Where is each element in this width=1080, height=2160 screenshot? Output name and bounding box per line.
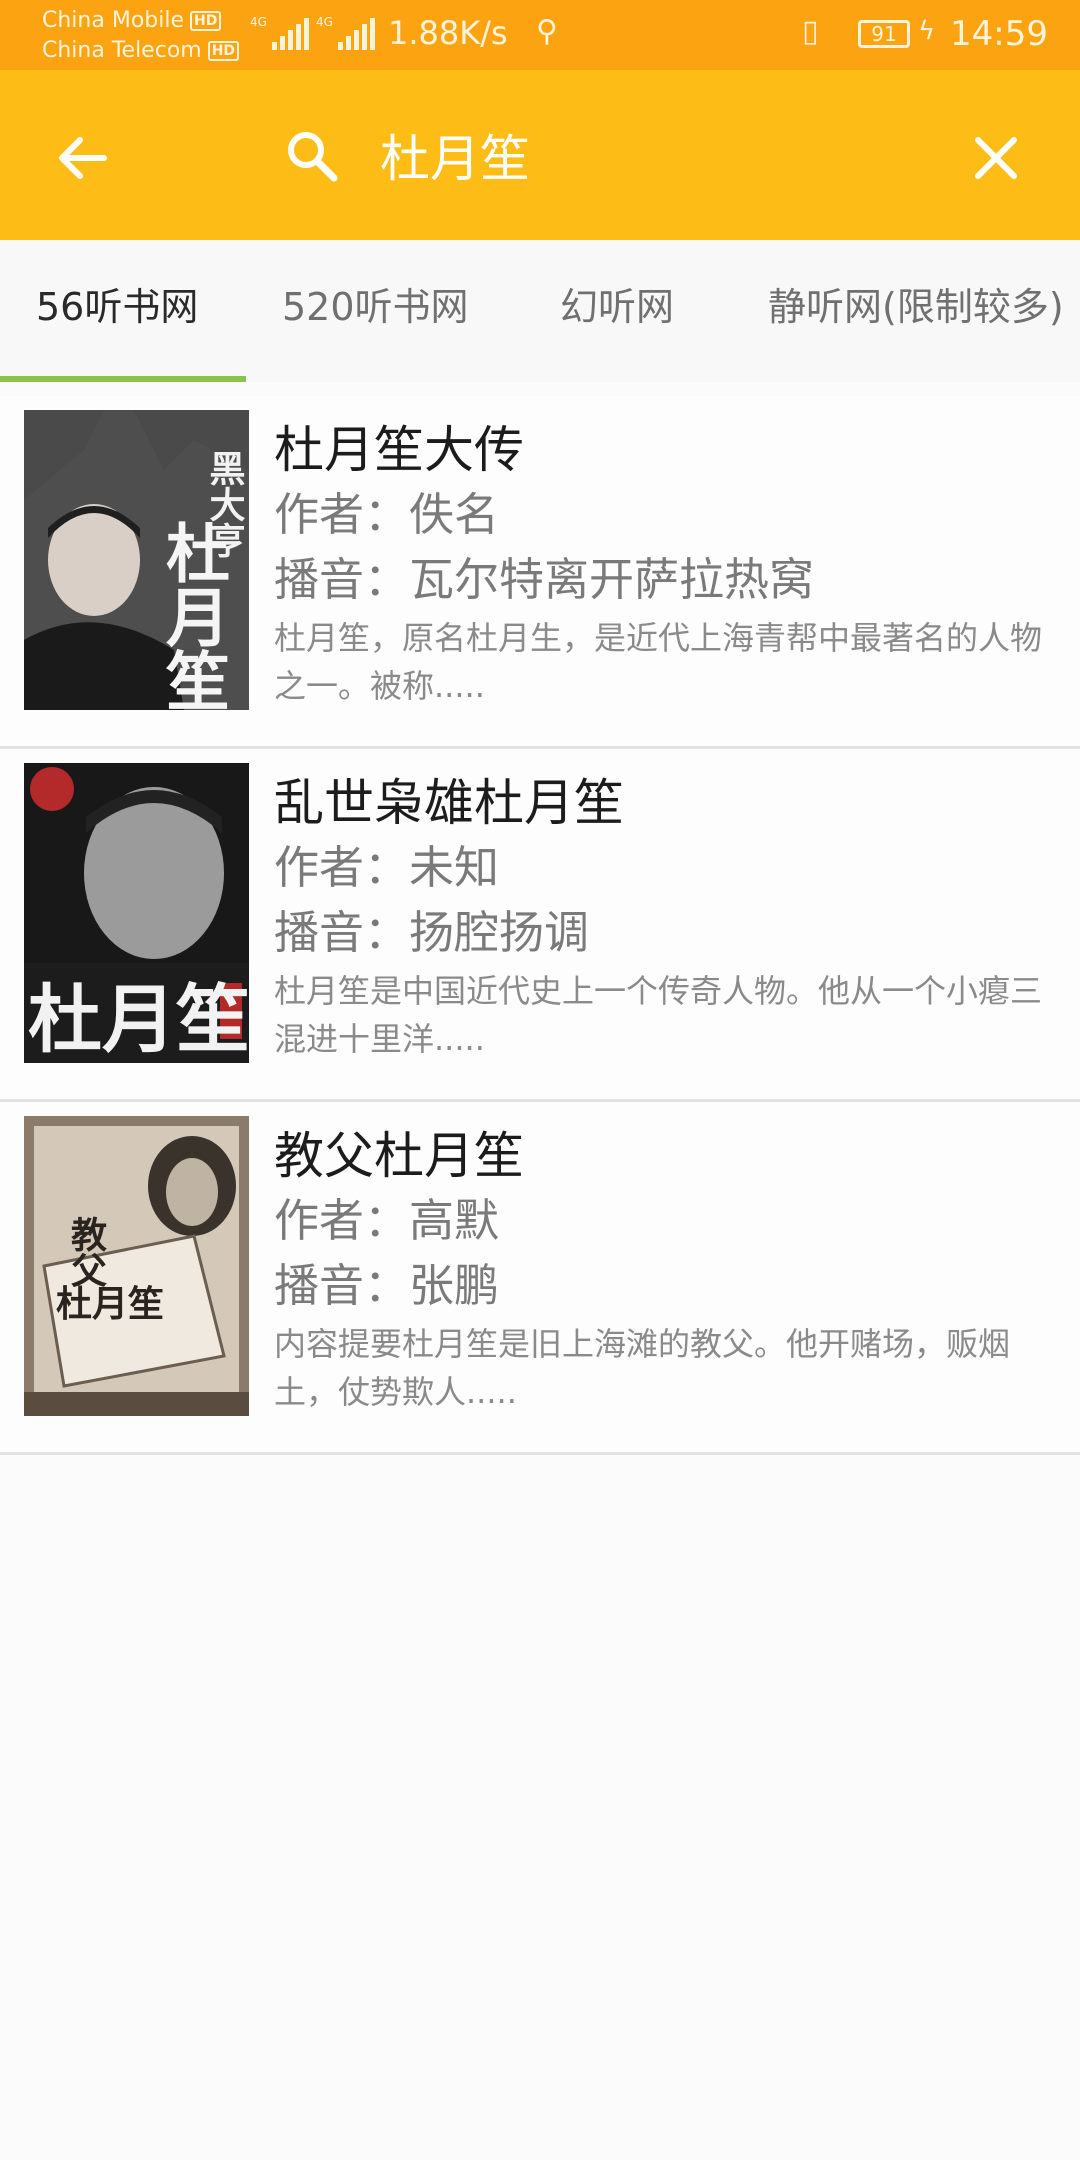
book-description: 杜月笙，原名杜月生，是近代上海青帮中最著名的人物之一。被称.....: [274, 619, 1043, 705]
active-tab-indicator: [0, 376, 246, 382]
clear-search-icon[interactable]: [968, 130, 1024, 186]
search-results-list: 黑大亨 杜月笙 杜月笙大传 作者：佚名 播音：瓦尔特离开萨拉热窝 杜月笙，原名杜…: [0, 396, 1080, 1455]
book-author: 作者：高默: [274, 1194, 500, 1247]
list-item[interactable]: 杜月笙 乱世枭雄杜月笙 作者：未知 播音：扬腔扬调 杜月笙是中国近代史上一个传奇…: [0, 749, 1080, 1102]
search-app-bar: [0, 70, 1080, 240]
book-description: 内容提要杜月笙是旧上海滩的教父。他开赌场，贩烟土，仗势欺人.....: [274, 1325, 1011, 1411]
carrier-2: China Telecom: [42, 38, 202, 63]
book-title: 教父杜月笙: [274, 1127, 524, 1185]
book-cover: 杜月笙: [24, 763, 249, 1063]
book-author: 作者：佚名: [274, 488, 500, 541]
list-item[interactable]: 教父 杜月笙 教父杜月笙 作者：高默 播音：张鹏 内容提要杜月笙是旧上海滩的教父…: [0, 1102, 1080, 1455]
book-narrator: 播音：张鹏: [274, 1259, 500, 1312]
clock: 14:59: [950, 14, 1048, 54]
book-title: 乱世枭雄杜月笙: [274, 774, 624, 832]
usb-icon: ⚲: [536, 14, 558, 49]
search-icon: [282, 126, 342, 186]
book-cover: 黑大亨 杜月笙: [24, 410, 249, 710]
carrier-1: China Mobile: [42, 8, 185, 33]
signal-icon: 4G: [250, 16, 309, 50]
status-bar: China Mobile HD China Telecom HD 4G 4G 1.8…: [0, 0, 1080, 70]
tab-huanting[interactable]: 幻听网: [560, 240, 674, 382]
hd-badge: HD: [190, 11, 222, 31]
back-arrow-icon[interactable]: [52, 128, 112, 188]
cover-text: 杜月笙: [28, 977, 249, 1063]
carrier-info: China Mobile HD China Telecom HD: [42, 6, 240, 66]
tab-56tingshu[interactable]: 56听书网: [36, 240, 198, 382]
list-item[interactable]: 黑大亨 杜月笙 杜月笙大传 作者：佚名 播音：瓦尔特离开萨拉热窝 杜月笙，原名杜…: [0, 396, 1080, 749]
book-author: 作者：未知: [274, 841, 500, 894]
cover-text: 教父: [65, 1216, 107, 1288]
battery-icon: 91: [858, 20, 910, 48]
tab-jingting[interactable]: 静听网(限制较多): [768, 240, 1064, 382]
book-narrator: 播音：瓦尔特离开萨拉热窝: [274, 553, 815, 606]
book-narrator: 播音：扬腔扬调: [274, 906, 590, 959]
tab-520tingshu[interactable]: 520听书网: [282, 240, 469, 382]
search-input[interactable]: [380, 120, 940, 190]
book-title: 杜月笙大传: [274, 421, 524, 479]
book-cover: 教父 杜月笙: [24, 1116, 249, 1416]
hd-badge: HD: [207, 41, 240, 61]
cover-text: 杜月笙: [56, 1283, 164, 1325]
cover-text: 杜月笙: [155, 520, 230, 710]
charging-icon: ϟ: [918, 16, 936, 46]
book-description: 杜月笙是中国近代史上一个传奇人物。他从一个小瘪三混进十里洋.....: [274, 972, 1043, 1058]
signal-icon: 4G: [316, 16, 375, 50]
vibrate-icon: ▯: [802, 14, 819, 49]
source-tabs: 56听书网 520听书网 幻听网 静听网(限制较多): [0, 240, 1080, 382]
network-speed: 1.88K/s: [388, 14, 508, 52]
